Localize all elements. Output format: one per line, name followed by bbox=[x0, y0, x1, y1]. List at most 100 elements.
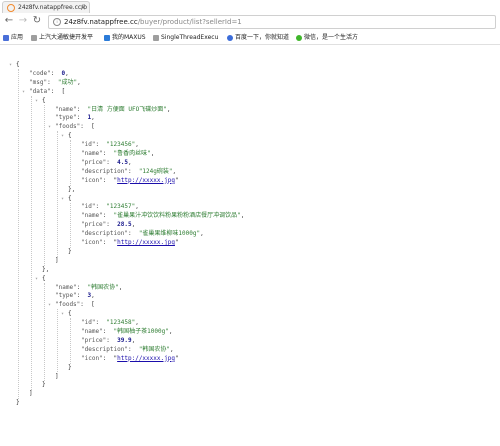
json-punct: , bbox=[172, 167, 177, 175]
json-line: "price": 4.5, bbox=[81, 159, 132, 167]
indent-guide bbox=[44, 282, 45, 382]
json-viewer: {▾ "code": 0, "msg": "成功", "data": [▾{▾ "nam… bbox=[0, 45, 500, 446]
json-line: "name": "鲁香肉丝味", bbox=[81, 150, 154, 158]
icon-url-link[interactable]: http://xxxxx.jpg bbox=[117, 355, 175, 362]
json-punct: , bbox=[91, 114, 95, 122]
bookmark-item[interactable]: 百度一下，你就知道 bbox=[227, 31, 289, 44]
json-line: { bbox=[42, 97, 46, 105]
json-punct: } bbox=[68, 363, 72, 371]
bookmark-item[interactable]: 应用 bbox=[3, 31, 23, 44]
json-punct: , bbox=[131, 336, 136, 344]
indent-guide bbox=[70, 140, 71, 186]
json-punct: , bbox=[127, 158, 132, 166]
json-punct: : bbox=[127, 167, 139, 175]
bookmark-icon bbox=[31, 34, 37, 41]
bookmark-item[interactable]: 我的MAXUS bbox=[104, 31, 146, 44]
json-line: } bbox=[42, 381, 46, 389]
json-punct: , bbox=[170, 345, 174, 353]
json-punct: : bbox=[50, 69, 62, 77]
json-punct: , bbox=[150, 150, 155, 157]
bookmark-item[interactable]: SingleThreadExecu bbox=[153, 31, 218, 44]
json-punct: , bbox=[65, 69, 69, 77]
json-punct: { bbox=[68, 310, 72, 318]
json-line: "name": "雀巢果汁冲饮饮料粉果粉粉酒店餐厅冲调饮品", bbox=[81, 212, 244, 220]
json-line: "foods": [ bbox=[55, 123, 95, 131]
json-punct: : bbox=[127, 230, 139, 238]
collapse-toggle-icon[interactable]: ▾ bbox=[35, 97, 39, 105]
json-punct: : bbox=[76, 283, 88, 291]
collapse-toggle-icon[interactable]: ▾ bbox=[22, 88, 26, 96]
json-number: 4.5 bbox=[117, 158, 128, 166]
tab-title: 24z8fv.natappfree.cc/b bbox=[18, 4, 87, 11]
json-line: "icon": "http://xxxxx.jpg" bbox=[81, 355, 179, 363]
json-line: "foods": [ bbox=[55, 301, 95, 309]
json-punct: , bbox=[135, 319, 139, 327]
indent-guide bbox=[18, 69, 19, 400]
json-string: "雀巢果汁冲饮饮料粉果粉粉酒店餐厅冲调饮品" bbox=[113, 212, 241, 220]
json-punct: ] bbox=[55, 372, 59, 380]
json-punct: } bbox=[68, 247, 72, 255]
back-icon[interactable]: ← bbox=[3, 14, 15, 28]
json-punct: : bbox=[95, 141, 107, 149]
json-string: "日清 方便面 UFO飞碟炒面" bbox=[87, 105, 167, 113]
json-line: "price": 28.5, bbox=[81, 221, 135, 229]
json-line: "description": "124g碗装", bbox=[81, 168, 176, 176]
url-host: 24z8fv.natappfree.cc bbox=[64, 18, 138, 26]
json-punct: : " bbox=[102, 354, 118, 362]
json-key: "code" bbox=[29, 69, 51, 77]
json-key: "id" bbox=[81, 203, 96, 211]
json-punct: , bbox=[77, 78, 81, 86]
collapse-toggle-icon[interactable]: ▾ bbox=[61, 132, 65, 140]
json-key: "id" bbox=[81, 319, 96, 327]
collapse-toggle-icon[interactable]: ▾ bbox=[48, 123, 52, 131]
bookmark-label: 上汽大通敏捷开发平 bbox=[39, 34, 94, 41]
indent-guide bbox=[57, 131, 58, 257]
json-number: 39.9 bbox=[117, 336, 132, 344]
collapse-toggle-icon[interactable]: ▾ bbox=[9, 61, 13, 69]
forward-icon[interactable]: → bbox=[17, 14, 29, 28]
json-key: "icon" bbox=[81, 354, 103, 362]
json-key: "foods" bbox=[55, 123, 81, 131]
json-line: "description": "韩国农协", bbox=[81, 346, 174, 354]
json-line: { bbox=[68, 310, 72, 318]
json-punct: { bbox=[16, 61, 20, 68]
indent-guide bbox=[70, 202, 71, 248]
bookmark-icon bbox=[227, 34, 233, 41]
json-punct: : bbox=[102, 212, 114, 220]
json-number: 28.5 bbox=[117, 221, 132, 229]
bookmarks-bar: 应用 上汽大通敏捷开发平 我的MAXUS SingleThreadExecu 百度一下，… bbox=[0, 31, 500, 45]
json-line: { bbox=[16, 61, 20, 69]
json-key: "name" bbox=[55, 283, 77, 291]
json-line: ] bbox=[55, 373, 59, 381]
collapse-toggle-icon[interactable]: ▾ bbox=[35, 275, 39, 283]
json-key: "id" bbox=[81, 141, 96, 149]
bookmark-icon bbox=[296, 34, 302, 41]
json-key: "type" bbox=[55, 114, 77, 122]
json-key: "icon" bbox=[81, 239, 103, 246]
collapse-toggle-icon[interactable]: ▾ bbox=[48, 301, 52, 309]
json-punct: , bbox=[240, 212, 245, 220]
tab-strip: 24z8fv.natappfree.cc/b ✕ bbox=[0, 0, 500, 14]
site-info-icon[interactable]: i bbox=[53, 18, 61, 26]
json-punct: : " bbox=[102, 239, 118, 246]
json-punct: , bbox=[131, 221, 136, 229]
bookmark-item[interactable]: 上汽大通敏捷开发平 bbox=[31, 31, 93, 44]
json-line: "code": 0, bbox=[29, 70, 69, 78]
reload-icon[interactable]: ↻ bbox=[31, 14, 43, 28]
json-punct: " bbox=[174, 176, 179, 184]
address-bar[interactable]: i 24z8fv.natappfree.cc/buyer/product/list… bbox=[48, 15, 496, 29]
icon-url-link[interactable]: http://xxxxx.jpg bbox=[117, 239, 175, 246]
json-punct: { bbox=[68, 132, 72, 140]
json-line: }, bbox=[68, 186, 75, 194]
json-key: "description" bbox=[81, 230, 128, 238]
icon-url-link[interactable]: http://xxxxx.jpg bbox=[117, 177, 175, 184]
collapse-toggle-icon[interactable]: ▾ bbox=[61, 310, 65, 318]
collapse-toggle-icon[interactable]: ▾ bbox=[61, 195, 65, 203]
json-punct: : bbox=[102, 150, 114, 157]
json-line: "id": "123458", bbox=[81, 319, 139, 327]
json-punct: ] bbox=[55, 256, 59, 264]
json-string: "123457" bbox=[106, 203, 136, 211]
json-punct: : [ bbox=[50, 87, 66, 95]
json-key: "name" bbox=[55, 105, 77, 113]
bookmark-item[interactable]: 微信，是一个生活方 bbox=[296, 31, 358, 44]
